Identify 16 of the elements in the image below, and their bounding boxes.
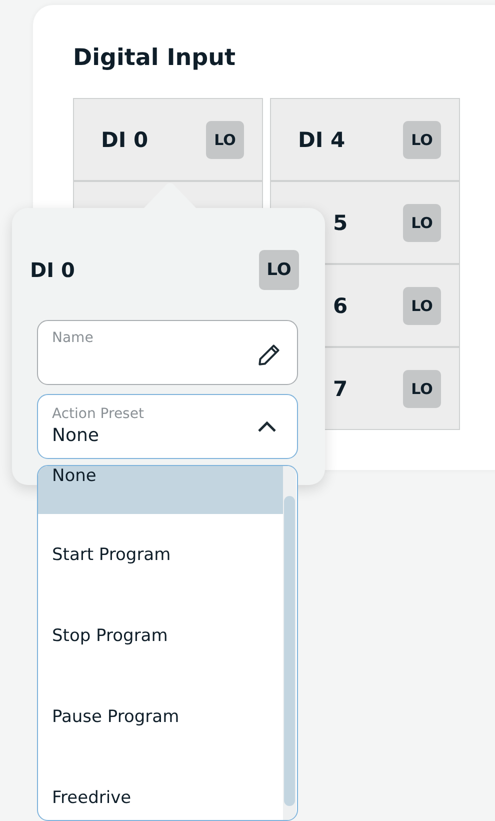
state-badge: LO — [259, 250, 299, 290]
field-label: Name — [52, 329, 94, 348]
input-label: 7 — [333, 376, 348, 400]
state-badge: LO — [206, 120, 244, 158]
state-badge: LO — [403, 286, 441, 324]
popover-title: DI 0 — [30, 258, 75, 282]
input-label: DI 0 — [101, 128, 148, 152]
input-label: 5 — [333, 210, 348, 234]
input-label: 6 — [333, 294, 348, 318]
input-label: DI 4 — [298, 128, 346, 152]
state-badge: LO — [403, 370, 441, 408]
card-title: Digital Input — [73, 44, 236, 73]
field-label: Action Preset — [52, 404, 144, 422]
state-badge: LO — [403, 204, 441, 242]
state-badge: LO — [403, 120, 441, 158]
field-value: None — [52, 424, 100, 448]
